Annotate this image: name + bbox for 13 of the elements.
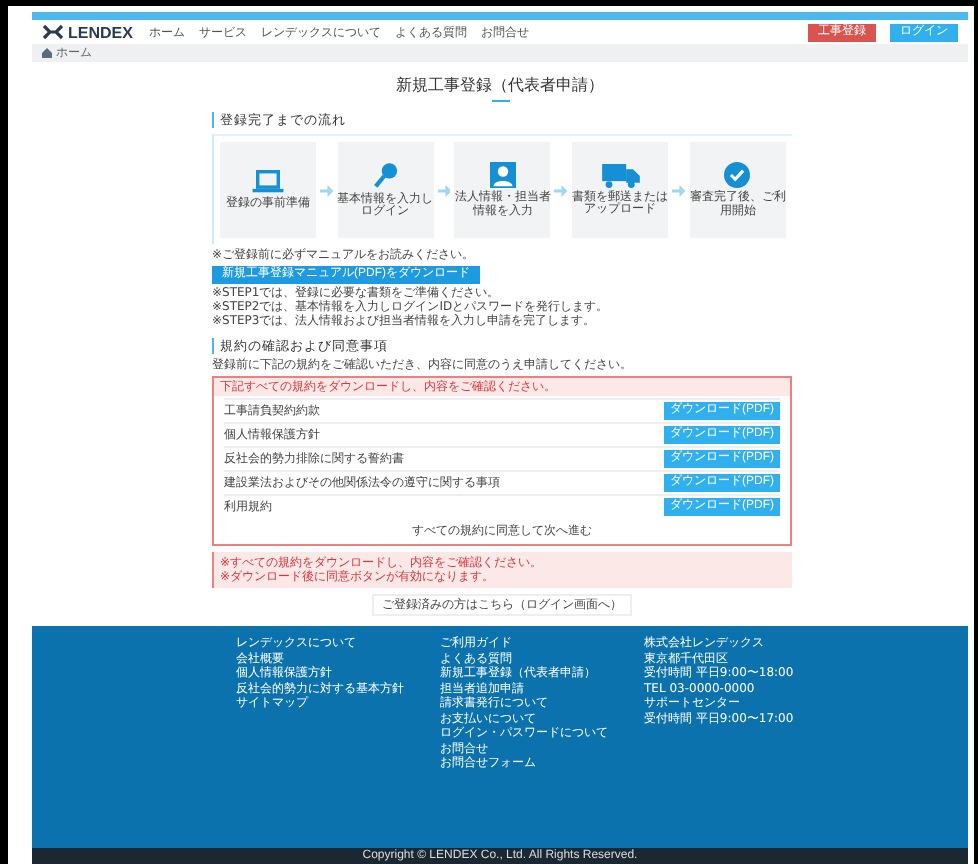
check-badge-icon: [724, 162, 751, 188]
arrow-icon: [437, 183, 451, 197]
key-icon: [373, 161, 398, 189]
arrow-icon: [320, 183, 334, 197]
laptop-icon: [252, 169, 284, 194]
page-title: 新規工事登録（代表者申請）: [396, 76, 604, 96]
arrow-icon: [554, 183, 569, 197]
logo-icon: [42, 24, 64, 40]
home-icon: [42, 48, 52, 58]
logo-text[interactable]: LENDEX: [68, 23, 133, 41]
arrow-icon: [672, 183, 686, 197]
truck-icon: [601, 163, 640, 187]
person-icon: [489, 162, 516, 188]
